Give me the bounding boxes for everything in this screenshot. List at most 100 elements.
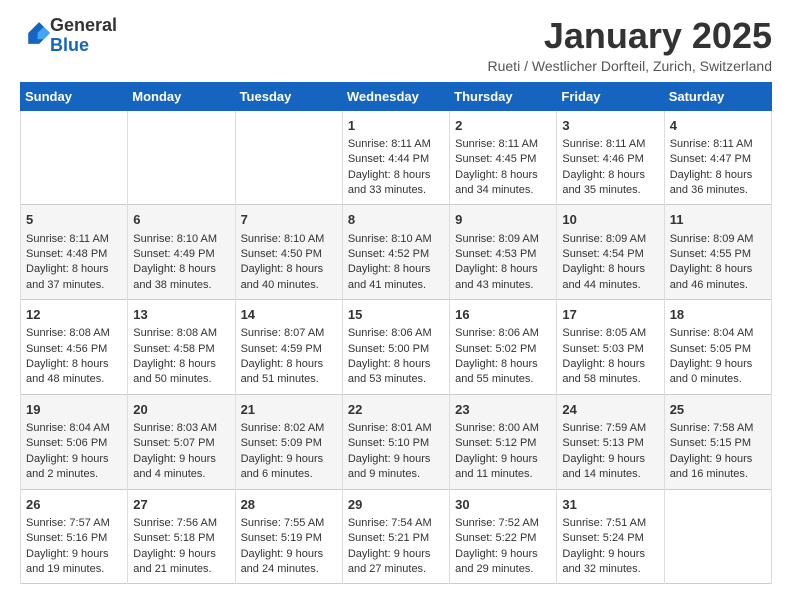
- week-row-5: 26 Sunrise: 7:57 AM Sunset: 5:16 PM Dayli…: [21, 489, 772, 584]
- day-info: Sunrise: 8:11 AM Sunset: 4:46 PM Dayligh…: [562, 138, 645, 196]
- day-info: Sunrise: 7:56 AM Sunset: 5:18 PM Dayligh…: [133, 517, 217, 575]
- calendar-cell: 2 Sunrise: 8:11 AM Sunset: 4:45 PM Daylig…: [450, 110, 557, 205]
- day-info: Sunrise: 7:51 AM Sunset: 5:24 PM Dayligh…: [562, 517, 646, 575]
- day-number: 24: [562, 401, 658, 419]
- logo-text: General Blue: [50, 16, 117, 56]
- calendar-cell: 9 Sunrise: 8:09 AM Sunset: 4:53 PM Daylig…: [450, 205, 557, 300]
- day-info: Sunrise: 8:01 AM Sunset: 5:10 PM Dayligh…: [348, 422, 432, 480]
- calendar-cell: 23Sunrise: 8:00 AM Sunset: 5:12 PM Dayli…: [450, 394, 557, 489]
- day-number: 5: [26, 211, 122, 229]
- day-info: Sunrise: 8:11 AM Sunset: 4:45 PM Dayligh…: [455, 138, 538, 196]
- calendar-cell: 16Sunrise: 8:06 AM Sunset: 5:02 PM Dayli…: [450, 300, 557, 395]
- calendar-cell: [235, 110, 342, 205]
- logo-icon: [22, 19, 50, 47]
- day-number: 30: [455, 496, 551, 514]
- calendar-cell: 28 Sunrise: 7:55 AM Sunset: 5:19 PM Dayli…: [235, 489, 342, 584]
- header-tuesday: Tuesday: [235, 82, 342, 110]
- logo-blue: Blue: [50, 35, 89, 55]
- day-number: 27: [133, 496, 229, 514]
- day-info: Sunrise: 7:57 AM Sunset: 5:16 PM Dayligh…: [26, 517, 110, 575]
- day-number: 15: [348, 306, 444, 324]
- calendar-cell: 30 Sunrise: 7:52 AM Sunset: 5:22 PM Dayli…: [450, 489, 557, 584]
- logo-general: General: [50, 15, 117, 35]
- day-number: 28: [241, 496, 337, 514]
- day-number: 18: [670, 306, 766, 324]
- day-number: 2: [455, 117, 551, 135]
- day-info: Sunrise: 8:09 AM Sunset: 4:53 PM Dayligh…: [455, 233, 539, 291]
- calendar-cell: 4Sunrise: 8:11 AM Sunset: 4:47 PM Daylig…: [664, 110, 771, 205]
- calendar-cell: 3 Sunrise: 8:11 AM Sunset: 4:46 PM Daylig…: [557, 110, 664, 205]
- location: Rueti / Westlicher Dorfteil, Zurich, Swi…: [488, 58, 773, 74]
- calendar-cell: 31 Sunrise: 7:51 AM Sunset: 5:24 PM Dayli…: [557, 489, 664, 584]
- calendar-cell: 10 Sunrise: 8:09 AM Sunset: 4:54 PM Dayli…: [557, 205, 664, 300]
- day-info: Sunrise: 8:04 AM Sunset: 5:06 PM Dayligh…: [26, 422, 110, 480]
- header-wednesday: Wednesday: [342, 82, 449, 110]
- day-info: Sunrise: 8:08 AM Sunset: 4:56 PM Dayligh…: [26, 327, 110, 385]
- day-info: Sunrise: 8:08 AM Sunset: 4:58 PM Dayligh…: [133, 327, 217, 385]
- week-row-3: 12Sunrise: 8:08 AM Sunset: 4:56 PM Dayli…: [21, 300, 772, 395]
- day-info: Sunrise: 8:11 AM Sunset: 4:47 PM Dayligh…: [670, 138, 753, 196]
- day-info: Sunrise: 7:54 AM Sunset: 5:21 PM Dayligh…: [348, 517, 432, 575]
- day-number: 6: [133, 211, 229, 229]
- day-number: 23: [455, 401, 551, 419]
- calendar-cell: 18Sunrise: 8:04 AM Sunset: 5:05 PM Dayli…: [664, 300, 771, 395]
- calendar-cell: 6 Sunrise: 8:10 AM Sunset: 4:49 PM Daylig…: [128, 205, 235, 300]
- day-number: 21: [241, 401, 337, 419]
- day-info: Sunrise: 7:58 AM Sunset: 5:15 PM Dayligh…: [670, 422, 754, 480]
- calendar-cell: 25 Sunrise: 7:58 AM Sunset: 5:15 PM Dayli…: [664, 394, 771, 489]
- day-number: 19: [26, 401, 122, 419]
- calendar-cell: 1 Sunrise: 8:11 AM Sunset: 4:44 PM Daylig…: [342, 110, 449, 205]
- calendar-cell: 27 Sunrise: 7:56 AM Sunset: 5:18 PM Dayli…: [128, 489, 235, 584]
- day-number: 29: [348, 496, 444, 514]
- day-number: 13: [133, 306, 229, 324]
- calendar-cell: 26 Sunrise: 7:57 AM Sunset: 5:16 PM Dayli…: [21, 489, 128, 584]
- day-number: 1: [348, 117, 444, 135]
- day-number: 14: [241, 306, 337, 324]
- day-info: Sunrise: 8:07 AM Sunset: 4:59 PM Dayligh…: [241, 327, 325, 385]
- day-number: 26: [26, 496, 122, 514]
- calendar-cell: 12Sunrise: 8:08 AM Sunset: 4:56 PM Dayli…: [21, 300, 128, 395]
- header-sunday: Sunday: [21, 82, 128, 110]
- header-monday: Monday: [128, 82, 235, 110]
- day-info: Sunrise: 8:11 AM Sunset: 4:44 PM Dayligh…: [348, 138, 431, 196]
- day-info: Sunrise: 8:09 AM Sunset: 4:54 PM Dayligh…: [562, 233, 646, 291]
- day-info: Sunrise: 7:55 AM Sunset: 5:19 PM Dayligh…: [241, 517, 325, 575]
- calendar-cell: 20 Sunrise: 8:03 AM Sunset: 5:07 PM Dayli…: [128, 394, 235, 489]
- calendar-cell: 13 Sunrise: 8:08 AM Sunset: 4:58 PM Dayli…: [128, 300, 235, 395]
- calendar-cell: [21, 110, 128, 205]
- calendar-cell: 11Sunrise: 8:09 AM Sunset: 4:55 PM Dayli…: [664, 205, 771, 300]
- calendar-cell: 24Sunrise: 7:59 AM Sunset: 5:13 PM Dayli…: [557, 394, 664, 489]
- week-row-4: 19 Sunrise: 8:04 AM Sunset: 5:06 PM Dayli…: [21, 394, 772, 489]
- calendar-cell: 19 Sunrise: 8:04 AM Sunset: 5:06 PM Dayli…: [21, 394, 128, 489]
- day-info: Sunrise: 8:10 AM Sunset: 4:49 PM Dayligh…: [133, 233, 217, 291]
- day-info: Sunrise: 8:10 AM Sunset: 4:50 PM Dayligh…: [241, 233, 325, 291]
- day-number: 10: [562, 211, 658, 229]
- calendar-cell: 22Sunrise: 8:01 AM Sunset: 5:10 PM Dayli…: [342, 394, 449, 489]
- calendar-cell: 21 Sunrise: 8:02 AM Sunset: 5:09 PM Dayli…: [235, 394, 342, 489]
- logo: General Blue: [20, 16, 117, 56]
- calendar-cell: 17Sunrise: 8:05 AM Sunset: 5:03 PM Dayli…: [557, 300, 664, 395]
- day-info: Sunrise: 8:06 AM Sunset: 5:00 PM Dayligh…: [348, 327, 432, 385]
- calendar-table: SundayMondayTuesdayWednesdayThursdayFrid…: [20, 82, 772, 585]
- header-friday: Friday: [557, 82, 664, 110]
- day-info: Sunrise: 8:03 AM Sunset: 5:07 PM Dayligh…: [133, 422, 217, 480]
- day-number: 11: [670, 211, 766, 229]
- day-info: Sunrise: 8:11 AM Sunset: 4:48 PM Dayligh…: [26, 233, 109, 291]
- day-info: Sunrise: 7:52 AM Sunset: 5:22 PM Dayligh…: [455, 517, 539, 575]
- day-number: 3: [562, 117, 658, 135]
- week-row-2: 5 Sunrise: 8:11 AM Sunset: 4:48 PM Daylig…: [21, 205, 772, 300]
- calendar-cell: [128, 110, 235, 205]
- day-number: 31: [562, 496, 658, 514]
- day-info: Sunrise: 8:02 AM Sunset: 5:09 PM Dayligh…: [241, 422, 325, 480]
- title-block: January 2025 Rueti / Westlicher Dorfteil…: [488, 16, 773, 74]
- day-info: Sunrise: 8:06 AM Sunset: 5:02 PM Dayligh…: [455, 327, 539, 385]
- day-number: 9: [455, 211, 551, 229]
- calendar-cell: 14 Sunrise: 8:07 AM Sunset: 4:59 PM Dayli…: [235, 300, 342, 395]
- day-number: 25: [670, 401, 766, 419]
- calendar-cell: 29 Sunrise: 7:54 AM Sunset: 5:21 PM Dayli…: [342, 489, 449, 584]
- header-thursday: Thursday: [450, 82, 557, 110]
- header: General Blue January 2025 Rueti / Westli…: [20, 16, 772, 74]
- day-number: 20: [133, 401, 229, 419]
- calendar-cell: [664, 489, 771, 584]
- header-saturday: Saturday: [664, 82, 771, 110]
